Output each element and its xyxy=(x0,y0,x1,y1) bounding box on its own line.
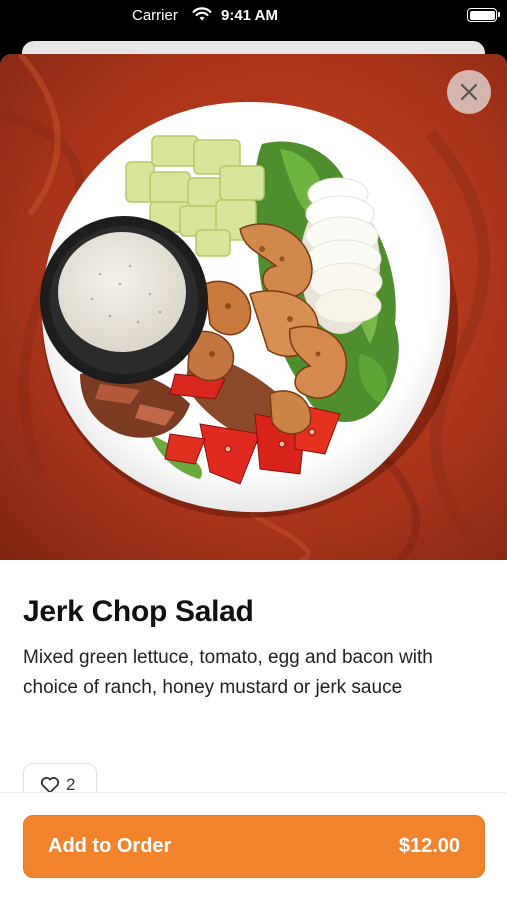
status-time: 9:41 AM xyxy=(221,7,278,24)
item-detail-sheet: Jerk Chop Salad Mixed green lettuce, tom… xyxy=(0,54,507,900)
status-bar: Carrier 9:41 AM xyxy=(0,0,507,34)
close-button[interactable] xyxy=(447,70,491,114)
item-description: Mixed green lettuce, tomato, egg and bac… xyxy=(23,647,433,698)
item-photo xyxy=(0,54,507,560)
close-icon xyxy=(460,83,478,101)
carrier-name: Carrier xyxy=(132,7,178,24)
item-price: $12.00 xyxy=(398,835,460,857)
item-title: Jerk Chop Salad xyxy=(23,595,254,628)
add-to-order-label: Add to Order xyxy=(48,835,172,857)
order-footer: Add to Order $12.00 xyxy=(0,792,507,900)
battery-icon xyxy=(467,8,500,22)
add-to-order-button[interactable]: Add to Order $12.00 xyxy=(23,815,485,878)
wifi-icon xyxy=(192,7,212,21)
